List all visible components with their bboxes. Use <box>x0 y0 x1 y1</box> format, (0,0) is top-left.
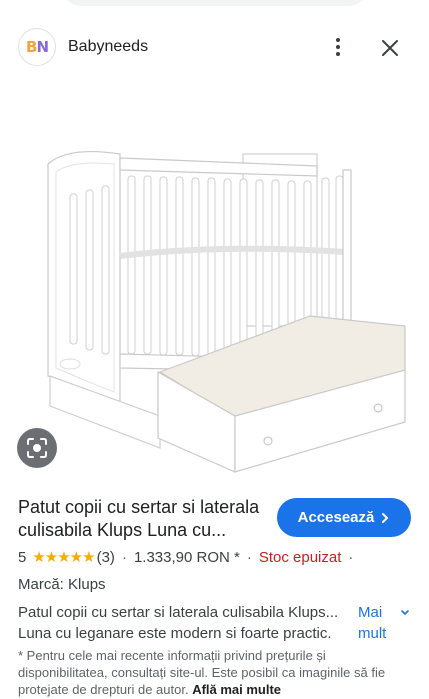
review-count: (3) <box>96 548 115 566</box>
star-rating-icon: ★★★★★ <box>32 549 95 566</box>
learn-more-link[interactable]: Află mai multe <box>192 682 281 697</box>
close-icon[interactable] <box>376 34 404 62</box>
stock-status: Stoc epuizat <box>258 548 342 566</box>
chevron-down-icon <box>401 610 409 616</box>
lens-search-icon <box>27 438 47 458</box>
disclaimer: * Pentru cele mai recente informații pri… <box>18 647 413 698</box>
more-vert-icon-dot <box>336 52 340 56</box>
more-vert-icon <box>336 38 340 42</box>
visit-site-label: Accesează <box>297 509 375 526</box>
description-line-2: Luna cu leganare este modern si foarte p… <box>18 625 332 642</box>
product-brand: Marcă: Klups <box>18 576 106 593</box>
crib-illustration <box>47 150 406 473</box>
site-logo: BN <box>18 28 56 66</box>
logo-letter-b: B <box>26 38 37 56</box>
show-more-button[interactable]: Mai mult <box>358 602 418 644</box>
site-name[interactable]: Babyneeds <box>68 38 148 56</box>
more-options-button[interactable] <box>324 32 352 62</box>
separator-dot: · <box>348 548 354 566</box>
logo-letter-n: N <box>36 38 49 56</box>
rating-value: 5 <box>18 548 27 566</box>
result-header: BN Babyneeds <box>0 22 429 74</box>
more-vert-icon-dot <box>336 45 340 49</box>
product-image[interactable] <box>0 76 429 482</box>
lens-search-button[interactable] <box>17 428 57 468</box>
visit-site-button[interactable]: Accesează <box>277 498 411 537</box>
sheet-handle <box>60 0 370 6</box>
description-line-1: Patul copii cu sertar si laterala culisa… <box>18 604 339 621</box>
rating-row: 5 ★★★★★ (3) · 1.333,90 RON * · Stoc epui… <box>18 548 360 567</box>
product-title[interactable]: Patut copii cu sertar si laterala culisa… <box>18 496 273 542</box>
separator-dot: · <box>246 548 252 566</box>
price: 1.333,90 RON * <box>133 548 240 566</box>
show-more-label-2: mult <box>358 625 387 642</box>
product-description: Patul copii cu sertar si laterala culisa… <box>18 602 353 644</box>
chevron-right-icon <box>382 512 389 523</box>
separator-dot: · <box>121 548 127 566</box>
